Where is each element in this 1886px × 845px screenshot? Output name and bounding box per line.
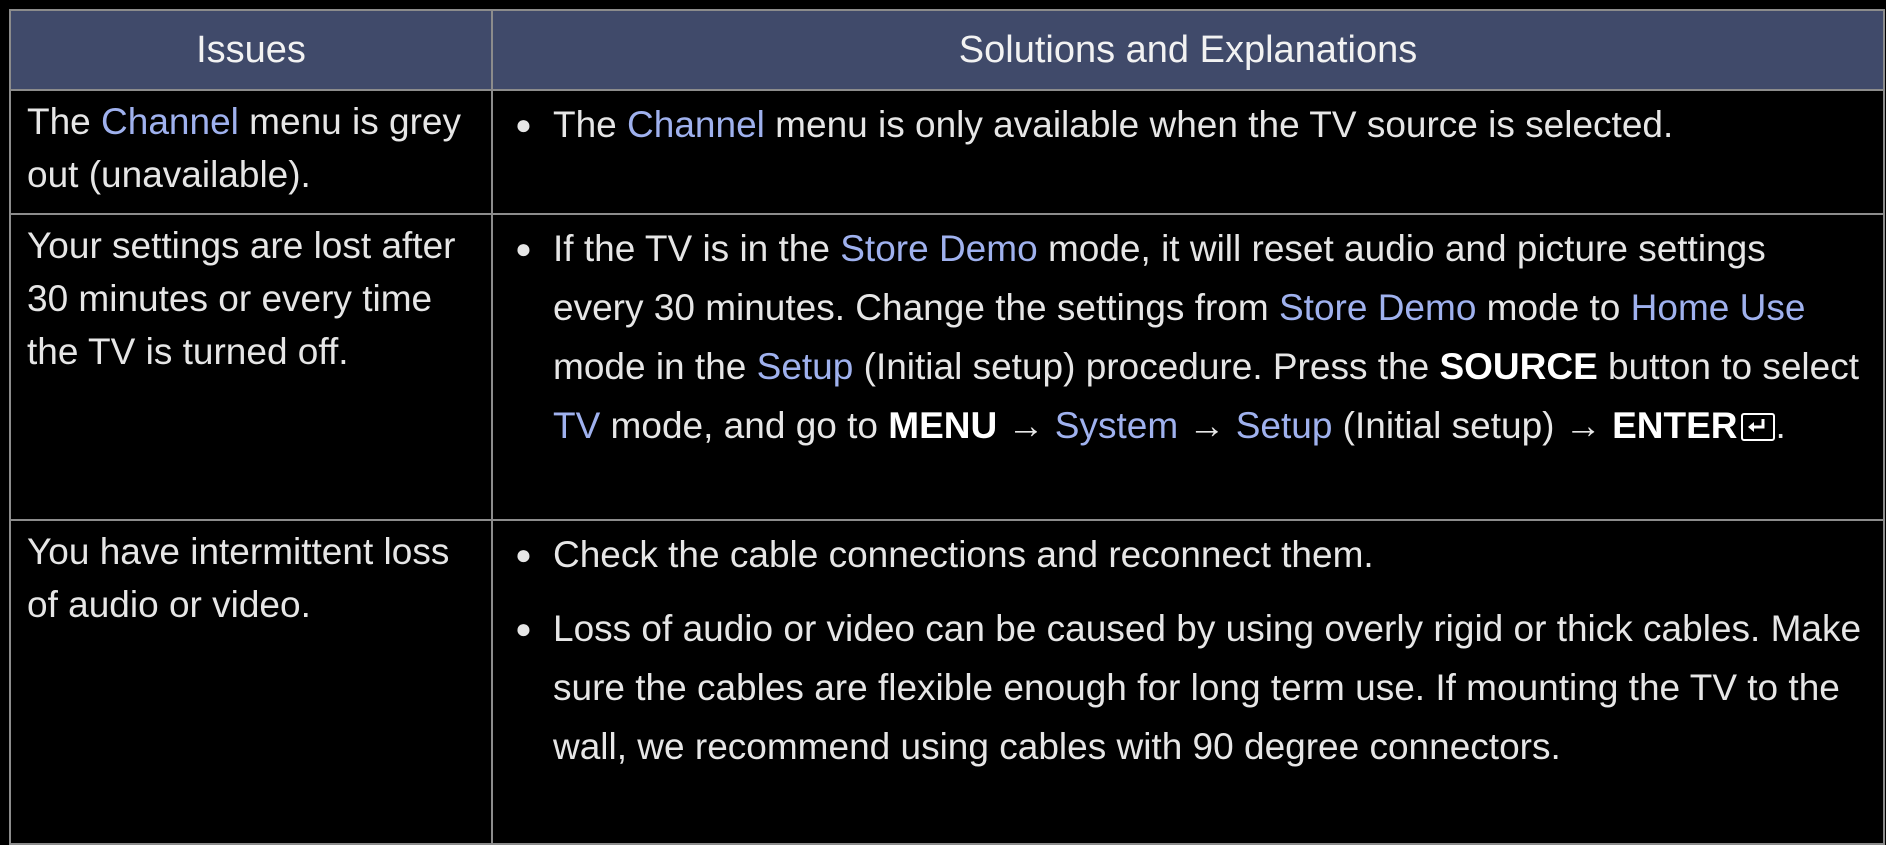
solution-text: Check the cable connections and reconnec… [553,534,1374,575]
keyword-enter: ENTER [1612,405,1738,446]
bullet-dot-icon: ● [515,233,532,264]
bullet-dot-icon: ● [515,613,532,644]
solution-cell: ● If the TV is in the Store Demo mode, it… [491,213,1885,521]
keyword-setup: Setup [756,346,854,387]
solution-text: The [553,104,628,145]
keyword-channel: Channel [627,104,765,145]
solution-text: If the TV is in the [553,228,841,269]
keyword-tv: TV [553,405,601,446]
keyword-home-use: Home Use [1630,287,1806,328]
solution-bullet: ● Check the cable connections and reconne… [513,525,1863,584]
solution-text: . [1775,405,1786,446]
table-row: Your settings are lost after 30 minutes … [9,213,1885,521]
keyword-menu: MENU [888,405,998,446]
solution-text: button to select [1597,346,1860,387]
enter-key-icon [1741,413,1776,441]
solution-text: menu is only available when the TV sourc… [764,104,1674,145]
solution-text: mode, and go to [600,405,889,446]
table-row: You have intermittent loss of audio or v… [9,519,1885,845]
solution-text: → [1178,405,1236,446]
keyword-source: SOURCE [1439,346,1598,387]
keyword-system: System [1054,405,1179,446]
issue-text: You have intermittent loss of audio or v… [27,531,450,625]
keyword-store-demo: Store Demo [840,228,1038,269]
header-solutions: Solutions and Explanations [491,9,1885,91]
header-issues: Issues [9,9,493,91]
solution-text: mode to [1476,287,1631,328]
issue-cell: Your settings are lost after 30 minutes … [9,213,493,521]
keyword-channel: Channel [101,101,239,142]
issue-text: The [27,101,102,142]
solution-text: (Initial setup) → [1332,405,1613,446]
issue-cell: The Channel menu is grey out (unavailabl… [9,89,493,215]
bullet-dot-icon: ● [515,539,532,570]
solution-text: Loss of audio or video can be caused by … [553,608,1862,767]
issue-text: Your settings are lost after 30 minutes … [27,225,456,372]
keyword-store-demo: Store Demo [1278,287,1477,328]
troubleshooting-table: Issues Solutions and Explanations The Ch… [9,9,1885,845]
solution-cell: ● Check the cable connections and reconne… [491,519,1885,845]
solution-text: (Initial setup) procedure. Press the [853,346,1440,387]
solution-text: mode in the [553,346,757,387]
bullet-dot-icon: ● [515,109,532,140]
solution-bullet: ● The Channel menu is only available when… [513,95,1863,154]
table-row: The Channel menu is grey out (unavailabl… [9,89,1885,215]
keyword-setup: Setup [1235,405,1333,446]
header-row: Issues Solutions and Explanations [9,9,1885,91]
issue-cell: You have intermittent loss of audio or v… [9,519,493,845]
solution-cell: ● The Channel menu is only available when… [491,89,1885,215]
solution-text: → [997,405,1055,446]
solution-bullet: ● If the TV is in the Store Demo mode, it… [513,219,1863,455]
solution-bullet: ● Loss of audio or video can be caused by… [513,599,1863,776]
